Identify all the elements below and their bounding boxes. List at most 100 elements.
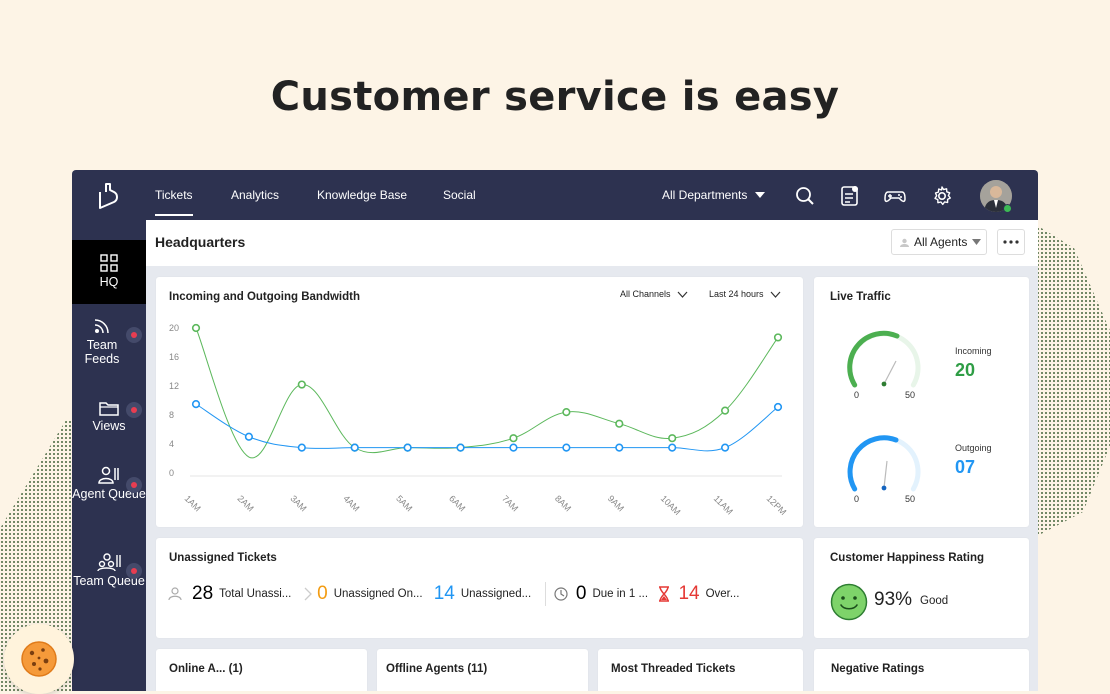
- x-tick-label: 2AM: [235, 493, 255, 513]
- caret-down-icon: [972, 239, 982, 245]
- y-tick-label: 16: [169, 352, 179, 362]
- nav-analytics[interactable]: Analytics: [231, 170, 279, 220]
- data-point[interactable]: [720, 443, 730, 452]
- sidebar-item-hq[interactable]: HQ: [72, 240, 146, 304]
- data-point[interactable]: [244, 432, 254, 441]
- notification-badge: [126, 477, 142, 493]
- left-sidebar: HQ Team Feeds Views Agent Queue Team Que…: [72, 220, 146, 691]
- data-point[interactable]: [668, 443, 677, 452]
- notification-badge: [126, 402, 142, 418]
- grid-icon: [100, 254, 118, 272]
- series-line-0: [195, 327, 779, 459]
- ellipsis-icon: [1003, 240, 1019, 244]
- most-threaded-tickets-card: Most Threaded Tickets: [598, 649, 803, 691]
- clock-icon: [554, 587, 568, 601]
- y-tick-label: 8: [169, 410, 174, 420]
- department-dropdown[interactable]: All Departments: [662, 170, 766, 220]
- sidebar-item-label: Views: [92, 419, 126, 433]
- data-point[interactable]: [191, 323, 201, 333]
- happiness-rating-card: Customer Happiness Rating 93% Good: [814, 538, 1029, 638]
- incoming-gauge: [847, 330, 921, 388]
- notification-badge: [126, 563, 142, 579]
- incoming-min: 0: [854, 390, 860, 400]
- stat-label: Unassigned...: [460, 588, 532, 600]
- nav-tickets[interactable]: Tickets: [155, 170, 193, 220]
- gamepad-icon[interactable]: [884, 185, 906, 207]
- sidebar-item-label: Team Feeds: [84, 338, 120, 366]
- data-point[interactable]: [773, 333, 783, 342]
- offline-agents-card: Offline Agents (11): [377, 649, 588, 691]
- data-point[interactable]: [615, 419, 624, 428]
- live-traffic-title: Live Traffic: [830, 291, 891, 303]
- divider: [544, 582, 546, 606]
- y-tick-label: 4: [169, 439, 174, 449]
- feeds-icon: [94, 319, 109, 334]
- x-tick-label: 11AM: [712, 493, 735, 516]
- brand-logo-icon[interactable]: [92, 180, 124, 212]
- data-point[interactable]: [403, 443, 412, 452]
- incoming-max: 50: [905, 390, 916, 400]
- cookie-consent-button[interactable]: [4, 624, 74, 694]
- live-traffic-card: Live Traffic 0 50 Incoming 20 0 50 Outgo…: [814, 277, 1029, 527]
- incoming-value: 20: [955, 360, 976, 380]
- data-point[interactable]: [350, 443, 359, 452]
- online-agents-card: Online A... (1): [156, 649, 367, 691]
- notes-icon[interactable]: [839, 185, 861, 207]
- data-point[interactable]: [668, 434, 677, 443]
- stat-value[interactable]: 14: [678, 583, 699, 605]
- stat-value[interactable]: 0: [576, 583, 587, 605]
- x-tick-label: 3AM: [288, 493, 308, 513]
- page-headline: Customer service is easy: [270, 74, 840, 120]
- page-title: Headquarters: [155, 234, 246, 250]
- data-point[interactable]: [773, 402, 783, 412]
- x-tick-label: 10AM: [659, 493, 683, 517]
- stat-value[interactable]: 14: [434, 583, 455, 605]
- cookie-icon: [21, 641, 57, 677]
- x-tick-label: 7AM: [500, 493, 520, 513]
- data-point[interactable]: [191, 400, 201, 409]
- nav-knowledge-base[interactable]: Knowledge Base: [317, 170, 407, 220]
- outgoing-label: Outgoing: [955, 443, 992, 453]
- happiness-title: Customer Happiness Rating: [830, 552, 984, 564]
- page-header: Headquarters All Agents: [146, 220, 1038, 266]
- hourglass-icon: [659, 586, 670, 602]
- user-icon: [168, 587, 182, 601]
- x-tick-label: 1AM: [183, 493, 203, 513]
- sidebar-item-team-feeds[interactable]: Team Feeds: [72, 317, 132, 366]
- caret-down-icon: [755, 192, 766, 198]
- online-status-dot: [1003, 204, 1012, 213]
- stat-label: Due in 1 ...: [592, 588, 649, 600]
- gear-icon[interactable]: [931, 185, 953, 207]
- data-point[interactable]: [297, 443, 306, 452]
- stat-label: Unassigned On...: [333, 588, 423, 600]
- bandwidth-line-chart: 0 4 8 12 16 20 1AM 2AM 3AM 4AM 5AM 6AM 7AM 8AM 9AM 10AM…: [169, 323, 788, 517]
- data-point[interactable]: [509, 434, 518, 443]
- data-point[interactable]: [562, 443, 571, 452]
- unassigned-stats-row: 28 Total Unassi... 0 Unassigned On... 14…: [168, 582, 788, 606]
- agents-filter-dropdown[interactable]: All Agents: [891, 229, 987, 255]
- outgoing-min: 0: [854, 494, 860, 504]
- unassigned-tickets-card: Unassigned Tickets 28 Total Unassi... 0 …: [156, 538, 803, 638]
- y-tick-label: 12: [169, 381, 179, 391]
- data-point[interactable]: [456, 443, 465, 452]
- stat-value[interactable]: 0: [317, 583, 328, 605]
- card-title: Online A... (1): [169, 663, 243, 675]
- search-icon[interactable]: [794, 185, 816, 207]
- stat-value[interactable]: 28: [192, 583, 213, 605]
- stat-label: Total Unassi...: [219, 588, 292, 600]
- series-line-1: [195, 403, 779, 452]
- more-options-button[interactable]: [997, 229, 1025, 255]
- x-tick-label: 9AM: [606, 493, 626, 513]
- data-point[interactable]: [509, 443, 518, 452]
- data-point[interactable]: [297, 380, 306, 389]
- notification-badge: [126, 327, 142, 343]
- data-point[interactable]: [562, 408, 571, 417]
- sidebar-item-label: HQ: [99, 275, 119, 289]
- data-point[interactable]: [720, 406, 730, 415]
- x-tick-label: 5AM: [394, 493, 414, 513]
- department-label: All Departments: [662, 188, 748, 202]
- x-tick-label: 4AM: [341, 493, 361, 513]
- data-point[interactable]: [615, 443, 624, 452]
- unassigned-title: Unassigned Tickets: [169, 552, 277, 564]
- nav-social[interactable]: Social: [443, 170, 476, 220]
